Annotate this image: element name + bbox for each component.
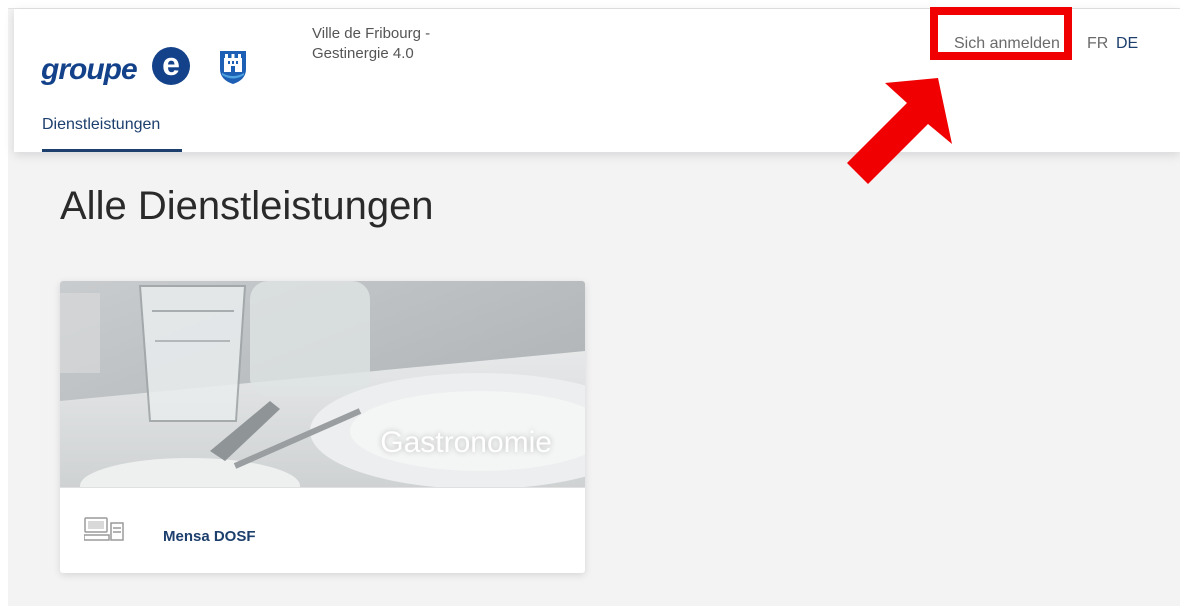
page-title: Alle Dienstleistungen bbox=[60, 184, 434, 228]
site-name-line1: Ville de Fribourg - bbox=[312, 25, 431, 42]
logo-e-circle: e bbox=[152, 47, 190, 85]
service-link-mensa-dosf[interactable]: Mensa DOSF bbox=[163, 528, 256, 545]
logo-wordmark: groupe bbox=[41, 53, 138, 86]
site-name: Ville de Fribourg - Gestinergie 4.0 bbox=[312, 24, 512, 64]
card-divider bbox=[60, 487, 585, 488]
language-de-link[interactable]: DE bbox=[1116, 35, 1138, 53]
active-tab-indicator bbox=[42, 149, 182, 152]
fribourg-crest-icon bbox=[220, 51, 246, 84]
card-category-label: Gastronomie bbox=[380, 426, 552, 459]
language-fr-link[interactable]: FR bbox=[1087, 35, 1108, 53]
highlight-box bbox=[930, 7, 1072, 60]
site-name-line2: Gestinergie 4.0 bbox=[312, 45, 414, 62]
tab-dienstleistungen[interactable]: Dienstleistungen bbox=[42, 116, 160, 134]
service-card[interactable]: Gastronomie Mensa DOSF bbox=[60, 281, 585, 573]
computer-register-icon bbox=[84, 517, 124, 541]
red-arrow-icon bbox=[847, 78, 952, 184]
